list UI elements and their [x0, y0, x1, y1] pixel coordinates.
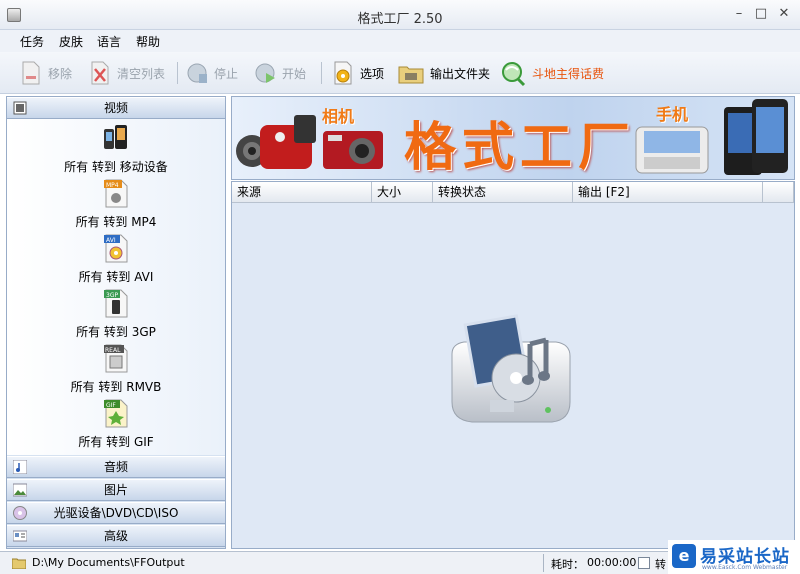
category-advanced[interactable]: 高级 — [7, 525, 225, 547]
column-header-status[interactable]: 转换状态 — [433, 182, 573, 203]
category-rom-device[interactable]: 光驱设备\DVD\CD\ISO — [7, 502, 225, 524]
start-button[interactable]: 开始 — [254, 58, 306, 88]
banner-title: 格式工厂 — [404, 117, 637, 178]
format-mp4[interactable]: MP4 所有 转到 MP4 — [7, 176, 225, 231]
menu-bar: 任务 皮肤 语言 帮助 — [0, 30, 800, 52]
task-list: 来源 大小 转换状态 输出 [F2] — [231, 181, 795, 549]
status-divider — [543, 554, 544, 572]
column-header-filler — [763, 182, 794, 203]
minimize-button[interactable]: – — [731, 7, 747, 23]
3gp-file-icon: 3GP — [102, 288, 130, 318]
toolbar-separator — [321, 62, 322, 84]
promo-link[interactable]: 斗地主得话费 — [500, 58, 604, 88]
site-watermark: e 易采站长站 www.Easck.Com Webmaster — [668, 540, 800, 574]
camera-icon — [323, 131, 383, 169]
watermark-logo-icon: e — [672, 544, 696, 568]
maximize-button[interactable]: □ — [753, 7, 769, 23]
shutdown-after-checkbox[interactable] — [638, 557, 650, 569]
format-3gp[interactable]: 3GP 所有 转到 3GP — [7, 286, 225, 341]
menu-task[interactable]: 任务 — [20, 33, 44, 50]
stop-button[interactable]: 停止 — [186, 58, 238, 88]
gear-icon — [332, 61, 354, 85]
column-header-size[interactable]: 大小 — [372, 182, 433, 203]
camcorder-icon — [236, 115, 316, 169]
music-note-icon — [12, 459, 28, 475]
badge-text: GIF — [106, 402, 116, 409]
rmvb-file-icon: REAL — [102, 343, 130, 373]
format-rmvb[interactable]: REAL 所有 转到 RMVB — [7, 341, 225, 396]
clear-list-button[interactable]: 清空列表 — [89, 58, 165, 88]
column-header-source[interactable]: 来源 — [232, 182, 372, 203]
category-video[interactable]: 视频 — [7, 97, 225, 119]
window-title: 格式工厂 2.50 — [357, 12, 443, 27]
gif-file-icon: GIF — [102, 398, 130, 428]
shutdown-after-label: 转 — [655, 558, 666, 571]
category-audio[interactable]: 音频 — [7, 456, 225, 478]
format-avi[interactable]: AVI 所有 转到 AVI — [7, 231, 225, 286]
magnifier-icon — [500, 61, 526, 87]
menu-help[interactable]: 帮助 — [136, 33, 160, 50]
folder-icon — [11, 557, 27, 570]
badge-text: MP4 — [106, 182, 119, 189]
film-icon — [13, 101, 27, 115]
avi-file-icon: AVI — [102, 233, 130, 263]
options-button[interactable]: 选项 — [332, 58, 384, 88]
stop-icon — [186, 61, 208, 85]
pda-phone-icon — [724, 99, 788, 175]
format-mobile[interactable]: 所有 转到 移动设备 — [7, 121, 225, 176]
clear-list-icon — [89, 61, 111, 85]
elapsed-time: 00:00:00 — [587, 556, 637, 569]
menu-skin[interactable]: 皮肤 — [59, 33, 83, 50]
toolbar: 移除 清空列表 停止 开始 选项 输出文件夹 斗地主得话费 — [0, 52, 800, 94]
category-picture[interactable]: 图片 — [7, 479, 225, 501]
elapsed-time-label: 耗时： — [551, 558, 584, 571]
mp4-file-icon: MP4 — [102, 178, 130, 208]
watermark-url: www.Easck.Com Webmaster — [702, 564, 788, 571]
column-header-output[interactable]: 输出 [F2] — [573, 182, 763, 203]
category-sidebar: 视频 所有 转到 移动设备 MP4 所有 转到 MP4 AVI 所有 转到 AV… — [6, 96, 226, 549]
disc-icon — [13, 506, 27, 520]
mobile-devices-icon — [102, 123, 130, 153]
document-remove-icon — [20, 61, 42, 85]
remove-button[interactable]: 移除 — [20, 58, 72, 88]
header-banner: 相机 格式工厂 手机 — [231, 96, 795, 180]
banner-camera-label: 相机 — [322, 107, 355, 126]
play-icon — [254, 61, 276, 85]
format-factory-logo-icon — [451, 314, 571, 423]
advanced-icon — [12, 529, 28, 543]
badge-text: 3GP — [106, 292, 118, 299]
toolbar-separator — [177, 62, 178, 84]
output-path[interactable]: D:\My Documents\FFOutput — [32, 556, 185, 569]
output-folder-button[interactable]: 输出文件夹 — [398, 58, 490, 88]
picture-icon — [12, 483, 28, 497]
format-gif[interactable]: GIF 所有 转到 GIF — [7, 396, 225, 451]
smartphone-icon — [635, 126, 709, 174]
title-bar: 格式工厂 2.50 – □ ✕ — [0, 0, 800, 30]
badge-text: REAL — [105, 347, 121, 354]
folder-icon — [398, 61, 424, 85]
badge-text: AVI — [106, 237, 116, 244]
close-button[interactable]: ✕ — [776, 7, 792, 23]
video-format-list: 所有 转到 移动设备 MP4 所有 转到 MP4 AVI 所有 转到 AVI 3… — [7, 119, 225, 472]
menu-language[interactable]: 语言 — [97, 33, 121, 50]
